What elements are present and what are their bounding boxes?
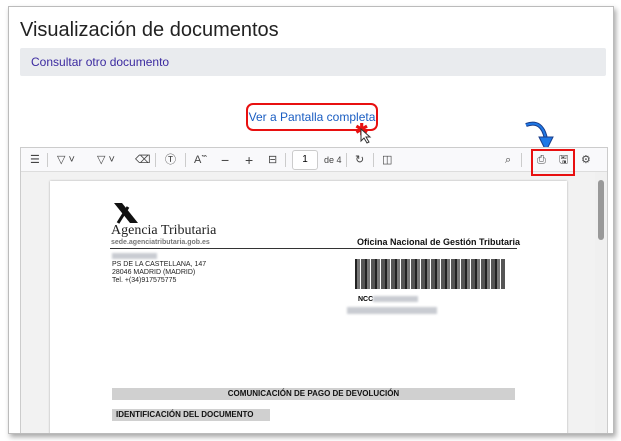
office-name: Oficina Nacional de Gestión Tributaria bbox=[357, 237, 521, 247]
document-heading: COMUNICACIÓN DE PAGO DE DEVOLUCIÓN bbox=[112, 388, 515, 400]
page-view-icon[interactable]: ◫ bbox=[382, 152, 392, 168]
scrollbar-thumb[interactable] bbox=[598, 180, 604, 240]
other-document-link[interactable]: Consultar otro documento bbox=[31, 55, 169, 69]
outline-icon[interactable]: ☰ bbox=[30, 152, 40, 168]
page-total: de 4 bbox=[324, 155, 342, 165]
ncc-label: NCC bbox=[358, 296, 374, 303]
fit-width-icon[interactable]: ⊟ bbox=[268, 152, 277, 168]
highlight-box bbox=[531, 149, 575, 176]
page-number-input[interactable]: 1 bbox=[292, 150, 318, 170]
window: Visualización de documentos Consultar ot… bbox=[8, 6, 614, 434]
draw-icon[interactable]: ▽ ˅ bbox=[97, 152, 115, 168]
eraser-icon[interactable]: ⌫ bbox=[135, 152, 151, 168]
section-heading: IDENTIFICACIÓN DEL DOCUMENTO bbox=[112, 409, 270, 421]
read-aloud-icon[interactable]: A‷ bbox=[194, 152, 207, 168]
cursor-icon bbox=[360, 128, 372, 144]
search-icon[interactable]: ⌕ bbox=[505, 152, 511, 168]
agency-logo bbox=[114, 203, 138, 224]
zoom-out-icon[interactable]: − bbox=[221, 152, 229, 168]
address: PS DE LA CASTELLANA, 147 28046 MADRID (MA… bbox=[112, 261, 207, 284]
page-title: Visualización de documentos bbox=[20, 19, 279, 41]
settings-icon[interactable]: ⚙ bbox=[581, 152, 591, 168]
pdf-viewer: ☰ ▽ ˅ ▽ ˅ ⌫ Ⓣ A‷ − + ⊟ 1 de 4 ↻ ◫ ⌕ ⎙ 🖫 … bbox=[20, 147, 608, 433]
agency-site: sede.agenciatributaria.gob.es bbox=[111, 239, 210, 246]
agency-name: Agencia Tributaria bbox=[111, 223, 217, 238]
action-bar: Consultar otro documento bbox=[20, 48, 606, 76]
pdf-toolbar: ☰ ▽ ˅ ▽ ˅ ⌫ Ⓣ A‷ − + ⊟ 1 de 4 ↻ ◫ ⌕ ⎙ 🖫 … bbox=[21, 148, 607, 176]
scrollbar[interactable] bbox=[595, 172, 607, 433]
text-icon[interactable]: Ⓣ bbox=[165, 152, 176, 168]
document-page: Agencia Tributaria sede.agenciatributari… bbox=[50, 181, 567, 433]
highlight-icon[interactable]: ▽ ˅ bbox=[57, 152, 75, 168]
barcode bbox=[355, 259, 505, 289]
zoom-in-icon[interactable]: + bbox=[245, 152, 253, 168]
rotate-icon[interactable]: ↻ bbox=[355, 152, 364, 168]
